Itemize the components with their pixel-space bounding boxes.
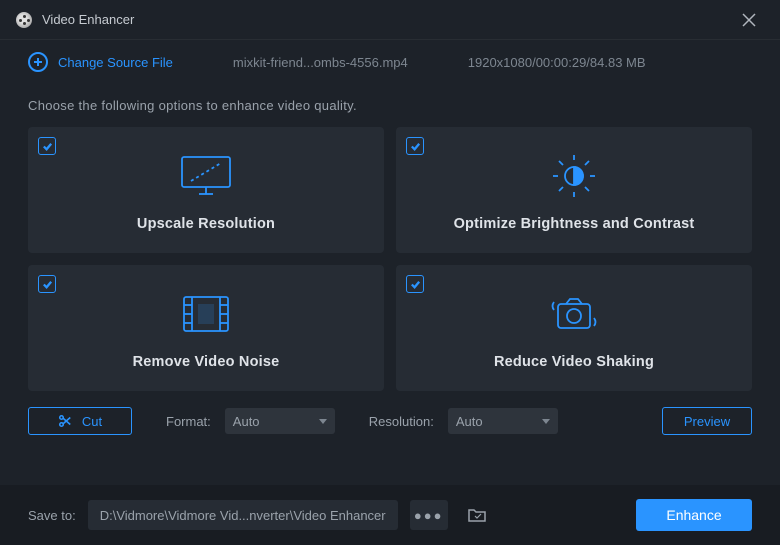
monitor-icon [179, 148, 233, 204]
palette-icon [16, 12, 32, 28]
brightness-icon [550, 148, 598, 204]
card-label: Remove Video Noise [133, 354, 280, 370]
resolution-select[interactable]: Auto [448, 408, 558, 434]
save-path-field[interactable]: D:\Vidmore\Vidmore Vid...nverter\Video E… [88, 500, 398, 530]
source-filename: mixkit-friend...ombs-4556.mp4 [233, 55, 408, 70]
cut-button[interactable]: Cut [28, 407, 132, 435]
source-metadata: 1920x1080/00:00:29/84.83 MB [468, 55, 646, 70]
source-bar: Change Source File mixkit-friend...ombs-… [0, 40, 780, 84]
format-label: Format: [166, 414, 211, 429]
folder-icon [467, 507, 487, 523]
titlebar: Video Enhancer [0, 0, 780, 40]
open-folder-button[interactable] [460, 500, 494, 530]
browse-button[interactable]: ●●● [410, 500, 448, 530]
enhance-button[interactable]: Enhance [636, 499, 752, 531]
film-icon [181, 286, 231, 342]
instruction-text: Choose the following options to enhance … [0, 84, 780, 127]
options-bar: Cut Format: Auto Resolution: Auto Previe… [0, 391, 780, 451]
checkbox-shaking[interactable] [406, 275, 424, 293]
card-brightness-contrast[interactable]: Optimize Brightness and Contrast [396, 127, 752, 253]
preview-button[interactable]: Preview [662, 407, 752, 435]
format-select[interactable]: Auto [225, 408, 335, 434]
camera-shake-icon [548, 286, 600, 342]
checkbox-noise[interactable] [38, 275, 56, 293]
card-label: Reduce Video Shaking [494, 354, 654, 370]
checkbox-upscale[interactable] [38, 137, 56, 155]
enhancement-grid: Upscale Resolution Optimize Brightness a… [0, 127, 780, 391]
window-title: Video Enhancer [42, 12, 134, 27]
close-icon [742, 13, 756, 27]
save-to-label: Save to: [28, 508, 76, 523]
add-source-button[interactable] [28, 52, 48, 72]
card-upscale-resolution[interactable]: Upscale Resolution [28, 127, 384, 253]
card-remove-noise[interactable]: Remove Video Noise [28, 265, 384, 391]
plus-icon [33, 57, 43, 67]
format-value: Auto [233, 414, 260, 429]
card-label: Optimize Brightness and Contrast [454, 216, 695, 232]
card-label: Upscale Resolution [137, 216, 275, 232]
checkbox-brightness[interactable] [406, 137, 424, 155]
change-source-link[interactable]: Change Source File [58, 55, 173, 70]
scissors-icon [58, 414, 72, 428]
card-reduce-shaking[interactable]: Reduce Video Shaking [396, 265, 752, 391]
footer-bar: Save to: D:\Vidmore\Vidmore Vid...nverte… [0, 485, 780, 545]
resolution-label: Resolution: [369, 414, 434, 429]
resolution-value: Auto [456, 414, 483, 429]
close-button[interactable] [734, 5, 764, 35]
cut-label: Cut [82, 414, 102, 429]
